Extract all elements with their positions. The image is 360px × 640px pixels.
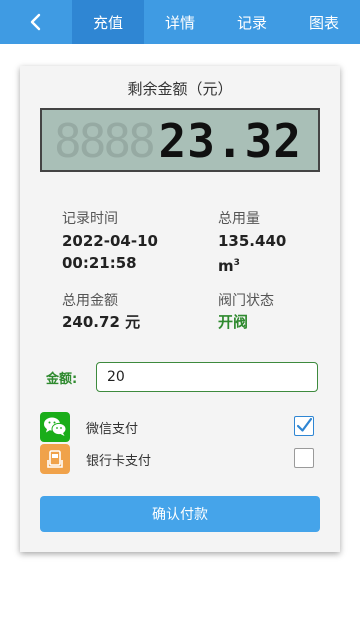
valve-status-label: 阀门状态	[218, 293, 274, 309]
bank-card-pay-checkbox[interactable]	[294, 448, 314, 468]
record-time-label: 记录时间	[62, 211, 118, 227]
total-usage-unit: m3	[218, 252, 240, 277]
usage-unit-superscript: 3	[233, 258, 240, 268]
balance-lcd-display: 8888 23.32	[40, 108, 320, 172]
total-usage-label: 总用量	[218, 211, 260, 227]
total-usage-value: 135.440	[218, 232, 287, 250]
tab-details[interactable]: 详情	[144, 0, 216, 44]
record-date: 2022-04-10	[62, 232, 158, 250]
back-button[interactable]	[0, 0, 72, 44]
valve-status-value: 开阀	[218, 313, 249, 331]
bank-card-pay-label: 银行卡支付	[86, 454, 152, 469]
wechat-pay-label: 微信支付	[86, 422, 139, 437]
balance-value: 23.32	[158, 114, 302, 168]
wechat-icon	[40, 412, 70, 442]
lcd-ghost-digits: 8888	[54, 114, 156, 168]
amount-input[interactable]	[96, 362, 318, 392]
tab-records[interactable]: 记录	[216, 0, 288, 44]
total-amount-label: 总用金额	[62, 293, 118, 309]
bank-card-icon	[40, 444, 70, 474]
total-amount-value: 240.72 元	[62, 313, 141, 331]
record-time: 00:21:58	[62, 254, 137, 272]
confirm-payment-button[interactable]: 确认付款	[40, 496, 320, 532]
top-nav-bar: 充值 详情 记录 图表	[0, 0, 360, 44]
wechat-pay-checkbox[interactable]	[294, 416, 314, 436]
tab-recharge[interactable]: 充值	[72, 0, 144, 44]
tab-charts[interactable]: 图表	[288, 0, 360, 44]
chevron-left-icon	[30, 13, 41, 31]
recharge-card: 剩余金额（元） 8888 23.32 记录时间 2022-04-10 00:21…	[20, 66, 340, 552]
checkmark-icon	[296, 417, 313, 432]
usage-unit-base: m	[218, 257, 234, 275]
payment-option-bank-card[interactable]: 银行卡支付	[40, 444, 320, 474]
payment-option-wechat[interactable]: 微信支付	[40, 412, 320, 442]
amount-label: 金额:	[46, 372, 78, 387]
balance-title: 剩余金额（元）	[127, 80, 233, 98]
